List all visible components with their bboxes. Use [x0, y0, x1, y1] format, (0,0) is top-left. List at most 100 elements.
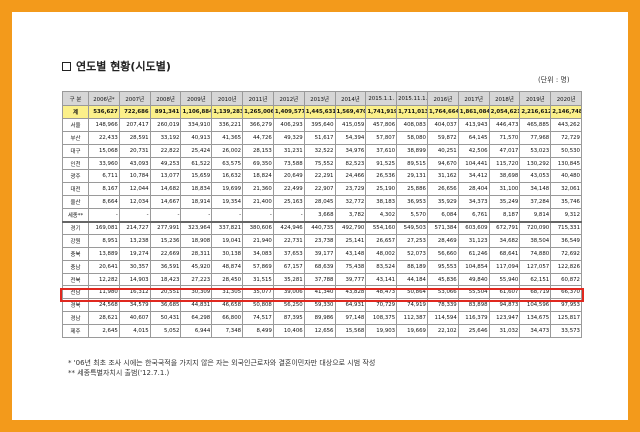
- value-cell: 53,023: [519, 143, 552, 158]
- column-header: 구 분: [62, 91, 89, 106]
- table-row: 대구 15,068 20,731 22,822 25,424 26,002 28,153 31…: [62, 143, 582, 158]
- value-cell: 51,617: [303, 130, 336, 145]
- value-cell: 43,828: [334, 285, 367, 300]
- table-row: 부산 22,433 28,591 33,192 40,913 41,365 44,726 49…: [62, 130, 582, 145]
- value-cell: 33,960: [88, 156, 120, 171]
- value-cell: 68,719: [519, 285, 552, 300]
- value-cell: 34,976: [334, 143, 367, 158]
- value-cell: 1,569,470: [334, 105, 367, 119]
- value-cell: 41,340: [303, 285, 336, 300]
- value-cell: 22,102: [426, 324, 459, 339]
- value-cell: 8,951: [88, 233, 120, 248]
- value-cell: 25,163: [272, 195, 305, 210]
- value-cell: 1,106,884: [180, 105, 213, 119]
- value-cell: 395,640: [303, 117, 336, 132]
- value-cell: 48,002: [365, 246, 398, 261]
- value-cell: 720,090: [519, 220, 552, 235]
- value-cell: 37,284: [519, 195, 552, 210]
- region-cell: 계: [62, 105, 89, 119]
- value-cell: 34,373: [457, 195, 490, 210]
- column-header: 2017년: [457, 91, 490, 106]
- table-row: 대전 8,167 12,044 14,682 18,834 19,699 21,360 22,…: [62, 182, 582, 197]
- value-cell: 44,726: [242, 130, 274, 145]
- value-cell: 30,309: [180, 285, 213, 300]
- value-cell: 67,157: [272, 259, 305, 274]
- value-cell: 108,375: [365, 311, 398, 326]
- column-header: 2014년: [334, 91, 367, 106]
- value-cell: 115,720: [488, 156, 521, 171]
- table-row: 서울 148,966 207,417 260,019 334,910 336,221 366…: [62, 117, 582, 132]
- value-cell: 43,141: [365, 272, 398, 287]
- value-cell: 40,251: [426, 143, 459, 158]
- value-cell: 18,914: [180, 195, 213, 210]
- value-cell: 408,083: [396, 117, 428, 132]
- value-cell: 21,400: [242, 195, 274, 210]
- value-cell: 25,424: [180, 143, 213, 158]
- value-cell: 91,525: [365, 156, 398, 171]
- value-cell: 1,265,006: [242, 105, 274, 119]
- value-cell: 20,649: [272, 169, 305, 184]
- value-cell: 40,913: [180, 130, 213, 145]
- value-cell: 39,006: [272, 285, 305, 300]
- value-cell: -: [272, 208, 305, 223]
- value-cell: 492,790: [334, 220, 367, 235]
- value-cell: 10,784: [118, 169, 151, 184]
- title-text: 연도별 현황(시도별): [76, 60, 171, 73]
- value-cell: 1,139,283: [211, 105, 244, 119]
- value-cell: 94,873: [488, 298, 521, 313]
- value-cell: 23,738: [303, 233, 336, 248]
- value-cell: 465,885: [519, 117, 552, 132]
- value-cell: 603,609: [457, 220, 490, 235]
- footnotes: * '06년 최초 조사 시에는 한국국적을 가지지 않은 자는 외국인근로자와…: [68, 358, 375, 378]
- value-cell: 446,473: [488, 117, 521, 132]
- footnote-1: * '06년 최초 조사 시에는 한국국적을 가지지 않은 자는 외국인근로자와…: [68, 359, 376, 367]
- value-cell: 554,160: [365, 220, 398, 235]
- value-cell: 404,037: [426, 117, 459, 132]
- value-cell: 715,331: [550, 220, 582, 235]
- value-cell: 5,570: [396, 208, 428, 223]
- value-cell: 116,379: [457, 311, 490, 326]
- region-cell: 부산: [62, 130, 89, 145]
- value-cell: 41,365: [211, 130, 244, 145]
- region-cell: 충남: [62, 259, 89, 274]
- value-cell: -: [118, 208, 151, 223]
- value-cell: 104,854: [457, 259, 490, 274]
- value-cell: 45,836: [426, 272, 459, 287]
- value-cell: 40,607: [118, 311, 151, 326]
- value-cell: 20,641: [88, 259, 120, 274]
- value-cell: 16,312: [118, 285, 151, 300]
- value-cell: 28,450: [211, 272, 244, 287]
- value-cell: -: [242, 208, 274, 223]
- value-cell: 49,329: [272, 130, 305, 145]
- column-header: 2020년: [550, 91, 582, 106]
- value-cell: 28,404: [457, 182, 490, 197]
- value-cell: 6,711: [88, 169, 120, 184]
- region-cell: 대구: [62, 143, 89, 158]
- value-cell: 44,831: [180, 298, 213, 313]
- value-cell: 56,660: [426, 246, 459, 261]
- value-cell: 443,262: [550, 117, 582, 132]
- value-cell: 50,530: [550, 143, 582, 158]
- value-cell: 75,552: [303, 156, 336, 171]
- value-cell: 68,639: [303, 259, 336, 274]
- value-cell: 22,499: [272, 182, 305, 197]
- value-cell: 13,889: [88, 246, 120, 261]
- value-cell: 12,282: [88, 272, 120, 287]
- value-cell: 549,503: [396, 220, 428, 235]
- value-cell: 36,591: [149, 259, 182, 274]
- region-cell: 경북: [62, 298, 89, 313]
- value-cell: 571,384: [426, 220, 459, 235]
- value-cell: 48,473: [365, 285, 398, 300]
- value-cell: 72,692: [550, 246, 582, 261]
- region-cell: 울산: [62, 195, 89, 210]
- value-cell: 2,645: [88, 324, 120, 339]
- value-cell: 28,153: [242, 143, 274, 158]
- value-cell: 11,980: [88, 285, 120, 300]
- value-cell: 19,903: [365, 324, 398, 339]
- value-cell: 18,824: [242, 169, 274, 184]
- region-cell: 제주: [62, 324, 89, 339]
- value-cell: 75,438: [334, 259, 367, 274]
- value-cell: 30,357: [118, 259, 151, 274]
- value-cell: 55,504: [457, 285, 490, 300]
- value-cell: 22,731: [272, 233, 305, 248]
